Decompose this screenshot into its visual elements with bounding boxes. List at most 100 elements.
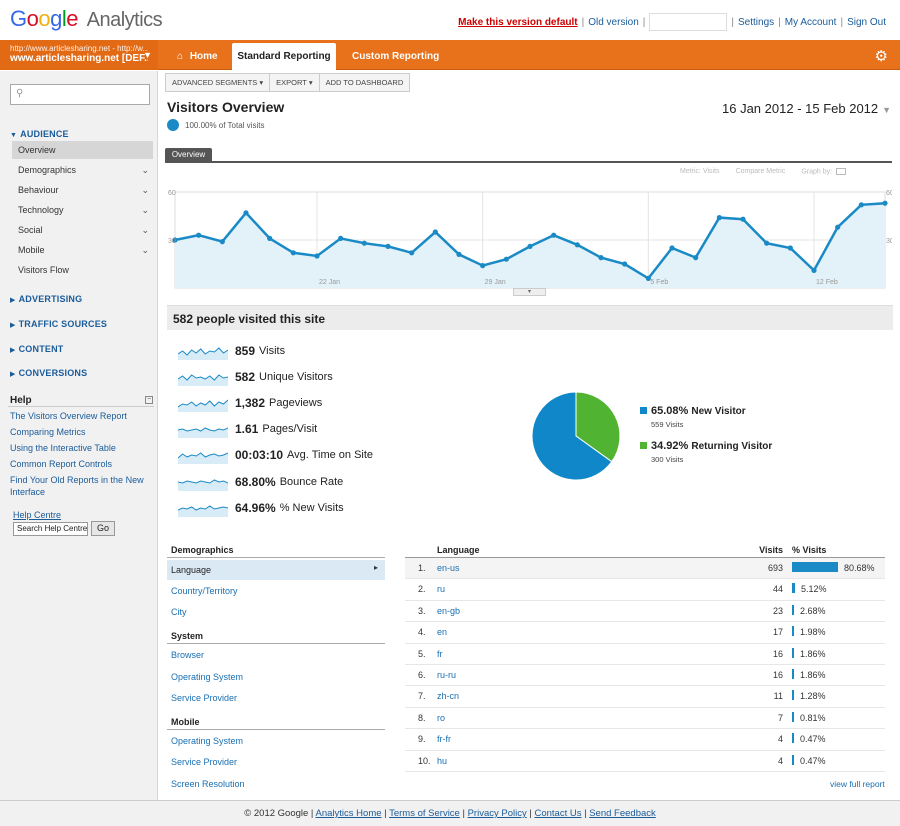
section-audience[interactable]: ▼ AUDIENCE <box>10 129 69 139</box>
table-row[interactable]: 8. ro 7 0.81% <box>405 708 885 730</box>
table-row[interactable]: 3. en-gb 23 2.68% <box>405 601 885 623</box>
tab-custom-reporting[interactable]: Custom Reporting <box>340 43 451 70</box>
visits-line-chart[interactable]: 60 60 30 30 22 Jan 29 Jan 5 Feb 12 Feb <box>165 180 892 298</box>
metric-row[interactable]: 1.61 Pages/Visit <box>178 419 317 439</box>
tab-standard-reporting[interactable]: Standard Reporting <box>232 43 336 70</box>
language-link[interactable]: en <box>437 627 447 637</box>
date-range-picker[interactable]: 16 Jan 2012 - 15 Feb 2012 ▼ <box>722 101 891 116</box>
export-button[interactable]: EXPORT ▾ <box>270 74 320 91</box>
language-link[interactable]: ru-ru <box>437 670 456 680</box>
tab-home[interactable]: ⌂ Home <box>165 43 230 70</box>
help-link[interactable]: Common Report Controls <box>10 458 150 470</box>
help-search-input[interactable]: Search Help Centre <box>13 522 88 536</box>
help-link[interactable]: Using the Interactive Table <box>10 442 150 454</box>
table-row[interactable]: 7. zh-cn 11 1.28% <box>405 686 885 708</box>
row-number: 10. <box>418 755 431 766</box>
visitor-type-pie[interactable] <box>530 390 622 482</box>
data-point <box>764 240 770 246</box>
demo-link-service-provider[interactable]: Service Provider <box>171 693 237 703</box>
gear-icon[interactable]: ⚙ <box>875 47 888 65</box>
language-link[interactable]: zh-cn <box>437 691 459 701</box>
footer-feedback-link[interactable]: Send Feedback <box>589 808 656 819</box>
x-tick-label: 12 Feb <box>816 279 838 286</box>
col-pct-visits[interactable]: % Visits <box>792 545 826 555</box>
visits-value: 17 <box>772 627 783 638</box>
graph-by-selector[interactable]: Graph by: <box>801 168 847 175</box>
demo-link-mobile-os[interactable]: Operating System <box>171 736 243 746</box>
table-row[interactable]: 10. hu 4 0.47% <box>405 751 885 772</box>
col-language[interactable]: Language <box>437 545 480 555</box>
metric-row[interactable]: 00:03:10 Avg. Time on Site <box>178 445 373 465</box>
search-input[interactable]: ⚲ <box>10 84 150 105</box>
table-row[interactable]: 6. ru-ru 16 1.86% <box>405 665 885 687</box>
metric-row[interactable]: 1,382 Pageviews <box>178 393 322 413</box>
sparkline-icon <box>178 374 228 387</box>
help-link[interactable]: Comparing Metrics <box>10 426 150 438</box>
my-account-link[interactable]: My Account <box>785 17 837 28</box>
metric-selector[interactable]: Metric: Visits <box>680 168 720 175</box>
table-row[interactable]: 2. ru 44 5.12% <box>405 579 885 601</box>
sidebar-item-demographics[interactable]: Demographics ⌄ <box>12 161 153 179</box>
metric-row[interactable]: 68.80% Bounce Rate <box>178 472 343 492</box>
sign-out-link[interactable]: Sign Out <box>847 17 886 28</box>
collapse-icon[interactable]: − <box>145 396 153 404</box>
language-link[interactable]: fr-fr <box>437 734 451 744</box>
footer-privacy-link[interactable]: Privacy Policy <box>468 808 527 819</box>
language-link[interactable]: en-gb <box>437 606 460 616</box>
table-row[interactable]: 5. fr 16 1.86% <box>405 644 885 665</box>
sidebar-item-visitors-flow[interactable]: Visitors Flow <box>12 261 153 279</box>
demo-link-city[interactable]: City <box>171 607 187 617</box>
demo-link-os[interactable]: Operating System <box>171 672 243 682</box>
metric-row[interactable]: 64.96%% New Visits <box>178 498 344 518</box>
language-link[interactable]: hu <box>437 756 447 766</box>
settings-link[interactable]: Settings <box>738 17 774 28</box>
advanced-segments-button[interactable]: ADVANCED SEGMENTS ▾ <box>166 74 271 91</box>
col-visits[interactable]: Visits <box>759 545 783 555</box>
metric-value: 68.80% <box>235 474 276 489</box>
metric-row[interactable]: 859 Visits <box>178 341 285 361</box>
footer-contact-link[interactable]: Contact Us <box>534 808 581 819</box>
account-selector[interactable]: http://www.articlesharing.net - http://w… <box>0 40 158 70</box>
sidebar-item-behaviour[interactable]: Behaviour ⌄ <box>12 181 153 199</box>
view-full-report-link[interactable]: view full report <box>830 779 885 789</box>
y-tick-label: 60 <box>168 190 176 197</box>
demo-link-country[interactable]: Country/Territory <box>171 586 238 596</box>
compare-metric-selector[interactable]: Compare Metric <box>736 168 786 175</box>
google-analytics-logo[interactable]: Google Analytics <box>10 6 163 32</box>
footer-analytics-home-link[interactable]: Analytics Home <box>316 808 382 819</box>
tab-overview[interactable]: Overview <box>165 148 212 162</box>
demo-link-browser[interactable]: Browser <box>171 650 204 660</box>
demo-link-screen-resolution[interactable]: Screen Resolution <box>171 779 245 789</box>
sidebar-item-mobile[interactable]: Mobile ⌄ <box>12 241 153 259</box>
go-button[interactable]: Go <box>91 521 115 536</box>
footer-terms-link[interactable]: Terms of Service <box>389 808 460 819</box>
language-link[interactable]: fr <box>437 649 443 659</box>
add-to-dashboard-button[interactable]: ADD TO DASHBOARD <box>320 74 410 91</box>
sidebar-item-social[interactable]: Social ⌄ <box>12 221 153 239</box>
table-row[interactable]: 4. en 17 1.98% <box>405 622 885 644</box>
table-row[interactable]: 1. en-us 693 80.68% <box>405 558 885 580</box>
section-advertising[interactable]: ▶ ADVERTISING <box>10 294 82 304</box>
metric-row[interactable]: 582 Unique Visitors <box>178 367 333 387</box>
language-link[interactable]: en-us <box>437 563 460 573</box>
demo-link-mobile-sp[interactable]: Service Provider <box>171 757 237 767</box>
section-conversions[interactable]: ▶ CONVERSIONS <box>10 368 87 378</box>
data-point <box>551 232 557 238</box>
sidebar-item-technology[interactable]: Technology ⌄ <box>12 201 153 219</box>
help-centre-link[interactable]: Help Centre <box>13 510 61 520</box>
chart-resize-handle[interactable]: ▾ <box>513 288 546 296</box>
metric-label: Unique Visitors <box>259 371 333 384</box>
chevron-down-icon: ▼ <box>143 50 152 60</box>
sidebar-item-overview[interactable]: Overview <box>12 141 153 159</box>
section-content[interactable]: ▶ CONTENT <box>10 344 64 354</box>
demo-link-language[interactable]: Language ▸ <box>167 560 385 580</box>
caret-right-icon: ▶ <box>10 297 16 304</box>
make-default-link[interactable]: Make this version default <box>458 17 577 28</box>
help-link[interactable]: Find Your Old Reports in the New Interfa… <box>10 474 150 498</box>
language-link[interactable]: ru <box>437 584 445 594</box>
language-link[interactable]: ro <box>437 713 445 723</box>
old-version-link[interactable]: Old version <box>588 17 639 28</box>
table-row[interactable]: 9. fr-fr 4 0.47% <box>405 729 885 751</box>
section-traffic-sources[interactable]: ▶ TRAFFIC SOURCES <box>10 319 107 329</box>
help-link[interactable]: The Visitors Overview Report <box>10 410 150 422</box>
